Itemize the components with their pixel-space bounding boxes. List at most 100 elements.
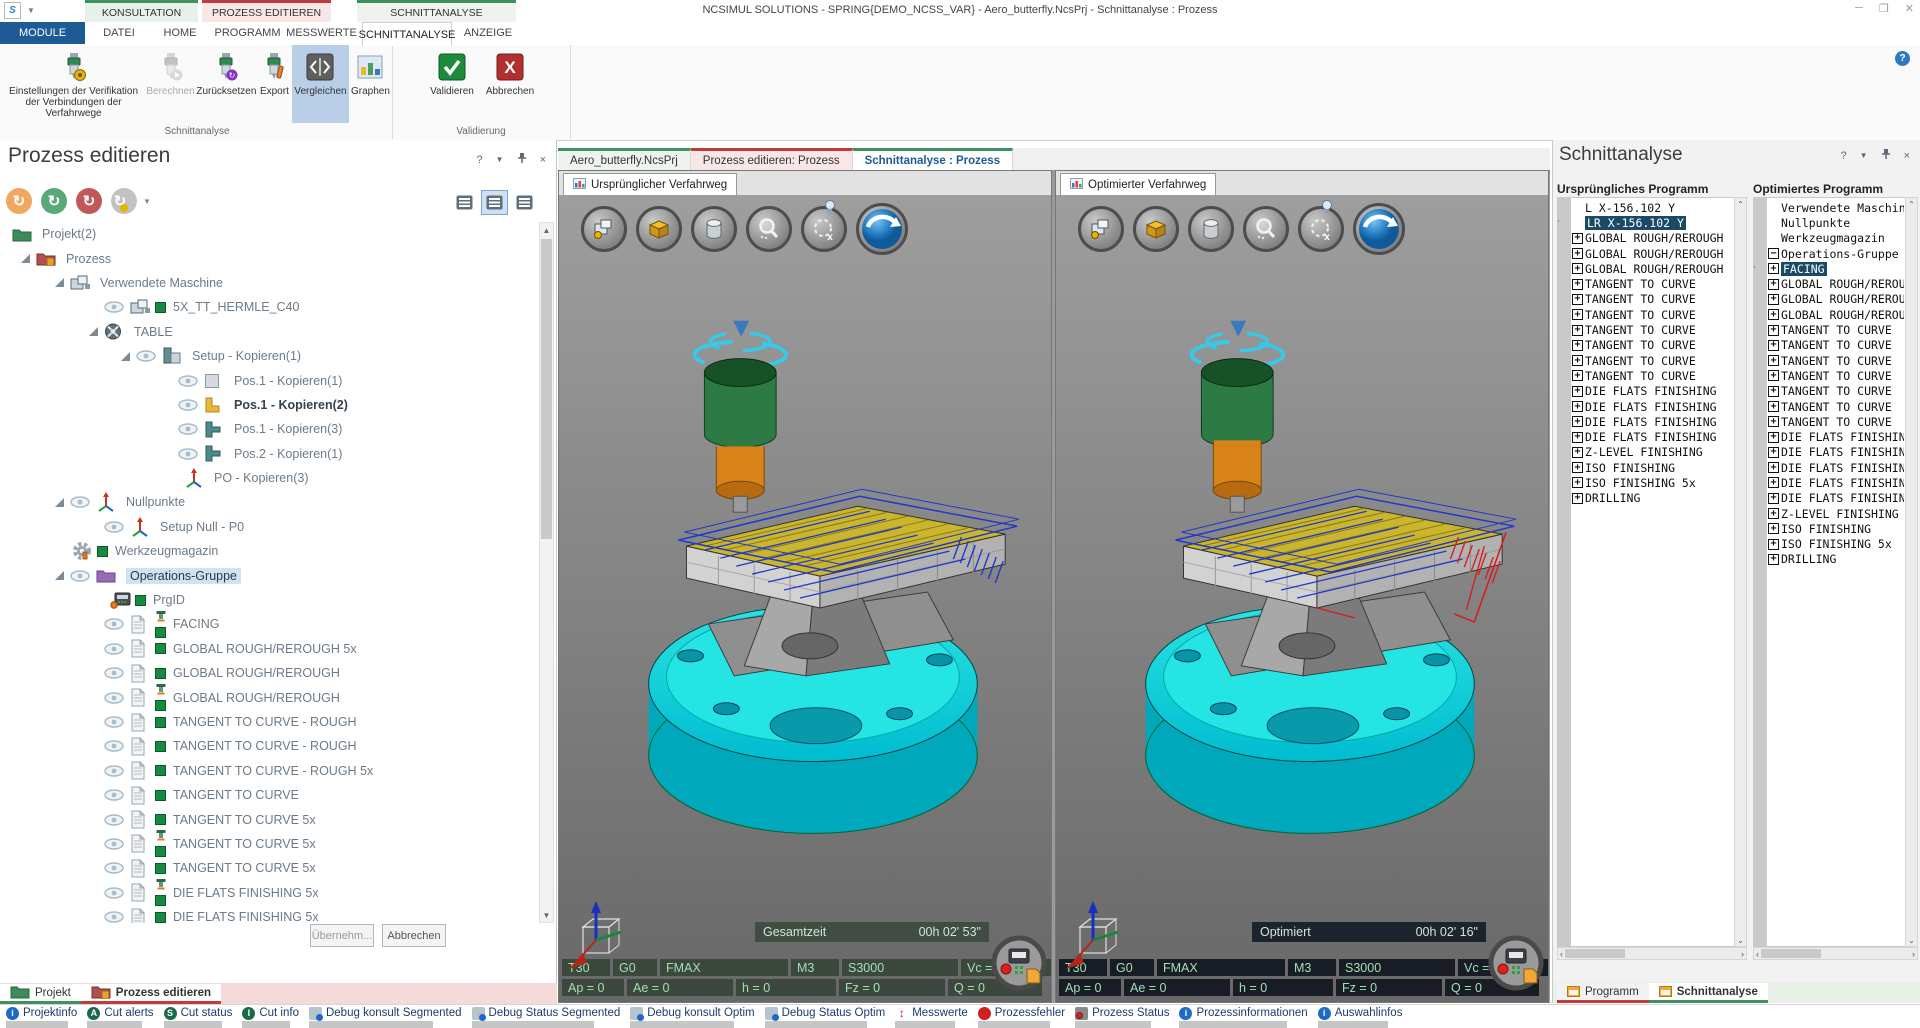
berechnen-button[interactable]: Berechnen	[145, 45, 196, 123]
expand-plus-icon[interactable]: +	[1572, 294, 1583, 305]
redo-settings-icon[interactable]: ↻	[111, 188, 137, 214]
expand-plus-icon[interactable]: +	[1768, 554, 1779, 565]
expand-plus-icon[interactable]: +	[1768, 309, 1779, 320]
validieren-button[interactable]: Validieren	[423, 45, 481, 123]
chevron-down-icon[interactable]: ▼	[1860, 151, 1868, 160]
expand-plus-icon[interactable]: +	[1572, 340, 1583, 351]
tree-item[interactable]: DIE FLATS FINISHING 5x	[2, 881, 538, 905]
help-icon[interactable]: ?	[477, 154, 483, 166]
machine-status-icon[interactable]	[991, 935, 1047, 991]
help-icon[interactable]: ?	[1895, 51, 1910, 66]
program-list-item[interactable]: +GLOBAL ROUGH/REROUGH	[1572, 231, 1733, 246]
program-list-item[interactable]: +DRILLING	[1572, 491, 1733, 506]
horizontal-scrollbar[interactable]: ‹›	[1557, 947, 1747, 960]
tree-item[interactable]: TANGENT TO CURVE 5x	[2, 807, 538, 831]
expand-plus-icon[interactable]: +	[1572, 325, 1583, 336]
expand-plus-icon[interactable]: +	[1572, 386, 1583, 397]
tree-item[interactable]: PO - Kopieren(3)	[2, 466, 538, 490]
document-tab-prozess-editieren-prozess[interactable]: Prozess editieren: Prozess	[691, 148, 853, 170]
program-list-item[interactable]: +DIE FLATS FINISHING	[1768, 460, 1904, 475]
expand-plus-icon[interactable]: +	[1768, 325, 1779, 336]
scrollbar-thumb[interactable]	[541, 239, 552, 539]
expand-plus-icon[interactable]: +	[1572, 279, 1583, 290]
eye-icon[interactable]	[178, 375, 204, 387]
program-list-item[interactable]: +TANGENT TO CURVE	[1768, 338, 1904, 353]
status-item-auswahlinfos[interactable]: iAuswahlinfos	[1318, 1006, 1403, 1028]
tree-item[interactable]: Verwendete Maschine	[2, 271, 538, 295]
expand-plus-icon[interactable]: +	[1768, 447, 1779, 458]
viewport-original[interactable]: Ursprünglicher VerfahrwegxGesamtzeit00h …	[558, 170, 1052, 1003]
tree-item[interactable]: Projekt(2)	[2, 222, 538, 246]
eye-icon[interactable]	[104, 618, 130, 630]
program-list-item[interactable]: +TANGENT TO CURVE	[1572, 307, 1733, 322]
program-list-item[interactable]: +ISO FINISHING 5x	[1572, 475, 1733, 490]
scroll-up-icon[interactable]: ▲	[540, 223, 553, 237]
expand-plus-icon[interactable]: +	[1572, 432, 1583, 443]
tree-item[interactable]: TABLE	[2, 320, 538, 344]
eye-icon[interactable]	[178, 423, 204, 435]
eye-icon[interactable]	[178, 399, 204, 411]
eye-icon[interactable]	[104, 814, 130, 826]
tree-item[interactable]: DIE FLATS FINISHING 5x	[2, 905, 538, 923]
ribbon-tab-schnittanalyse[interactable]: SCHNITTANALYSE	[362, 22, 452, 46]
program-list-item[interactable]: +TANGENT TO CURVE	[1572, 276, 1733, 291]
eye-icon[interactable]	[104, 765, 130, 777]
viewport-tab[interactable]: Optimierter Verfahrweg	[1060, 173, 1216, 195]
expand-plus-icon[interactable]: +	[1572, 493, 1583, 504]
quick-access-toolbar[interactable]: S ▼	[4, 2, 35, 19]
ribbon-tab-anzeige[interactable]: ANZEIGE	[463, 22, 513, 44]
stock-box-icon[interactable]	[636, 206, 682, 252]
viewport-tab[interactable]: Ursprünglicher Verfahrweg	[563, 173, 737, 195]
vergleichen-button[interactable]: Vergleichen	[292, 45, 349, 123]
status-item-projektinfo[interactable]: iProjektinfo	[6, 1006, 77, 1028]
expand-plus-icon[interactable]: +	[1768, 386, 1779, 397]
expand-plus-icon[interactable]: +	[1768, 493, 1779, 504]
program-list-item[interactable]: +DIE FLATS FINISHING	[1768, 429, 1904, 444]
program-list-item[interactable]: +TANGENT TO CURVE	[1768, 353, 1904, 368]
tree-item[interactable]: TANGENT TO CURVE - ROUGH	[2, 710, 538, 734]
status-item-debug-konsult-segmented[interactable]: Debug konsult Segmented	[309, 1006, 462, 1028]
expand-plus-icon[interactable]: +	[1572, 233, 1583, 244]
expand-plus-icon[interactable]: +	[1572, 447, 1583, 458]
pin-icon[interactable]	[517, 152, 527, 167]
machine-cube-icon[interactable]	[1078, 206, 1124, 252]
module-tab-schnittanalyse[interactable]: SCHNITTANALYSE	[357, 0, 516, 22]
module-tab-prozess-editieren[interactable]: PROZESS EDITIEREN	[202, 0, 331, 22]
tree-item[interactable]: TANGENT TO CURVE - ROUGH 5x	[2, 759, 538, 783]
graphen-button[interactable]: Graphen	[349, 45, 392, 123]
tree-item[interactable]: Pos.1 - Kopieren(2)	[2, 393, 538, 417]
machine-status-icon[interactable]	[1488, 935, 1544, 991]
tree-item[interactable]: Operations-Gruppe	[2, 563, 538, 587]
close-icon[interactable]: ✕	[1905, 2, 1914, 15]
viewport-canvas[interactable]: xGesamtzeit00h 02' 53"T30G0FMAXM3S3000Vc…	[559, 195, 1051, 1002]
program-list-item[interactable]: +TANGENT TO CURVE	[1768, 414, 1904, 429]
program-list-item[interactable]: +Z-LEVEL FINISHING	[1572, 445, 1733, 460]
ribbon-tab-datei[interactable]: DATEI	[93, 22, 145, 44]
stock-cylinder-icon[interactable]	[691, 206, 737, 252]
expand-plus-icon[interactable]: +	[1768, 477, 1779, 488]
zoom-icon[interactable]	[1243, 206, 1289, 252]
program-list-item[interactable]: +TANGENT TO CURVE	[1572, 322, 1733, 337]
program-list-item[interactable]: +TANGENT TO CURVE	[1572, 292, 1733, 307]
expand-plus-icon[interactable]: +	[1768, 401, 1779, 412]
program-list-item[interactable]: +ISO FINISHING	[1572, 460, 1733, 475]
eye-icon[interactable]	[104, 521, 130, 533]
export-button[interactable]: Export	[257, 45, 292, 123]
status-item-prozessinformationen[interactable]: iProzessinformationen	[1179, 1006, 1307, 1028]
tab-projekt[interactable]: Projekt	[0, 984, 81, 1004]
tree-item[interactable]: 5X_TT_HERMLE_C40	[2, 295, 538, 319]
program-list-item[interactable]: +GLOBAL ROUGH/REROUGH	[1768, 307, 1904, 322]
scroll-down-icon[interactable]: ▼	[540, 908, 553, 922]
program-list-item[interactable]: Verwendete Maschine	[1768, 200, 1904, 215]
program-list-item[interactable]: +TANGENT TO CURVE	[1768, 368, 1904, 383]
stock-box-icon[interactable]	[1133, 206, 1179, 252]
redo-red-icon[interactable]: ↻	[76, 188, 102, 214]
expand-plus-icon[interactable]: +	[1572, 416, 1583, 427]
program-list-item[interactable]: +ISO FINISHING 5x	[1768, 537, 1904, 552]
expand-plus-icon[interactable]: +	[1768, 279, 1779, 290]
zurücksetzen-button[interactable]: ↻Zurücksetzen	[196, 45, 257, 123]
close-icon[interactable]: ×	[540, 154, 546, 166]
expand-plus-icon[interactable]: +	[1768, 462, 1779, 473]
tree-item[interactable]: TANGENT TO CURVE	[2, 783, 538, 807]
expand-triangle-icon[interactable]	[54, 497, 70, 508]
